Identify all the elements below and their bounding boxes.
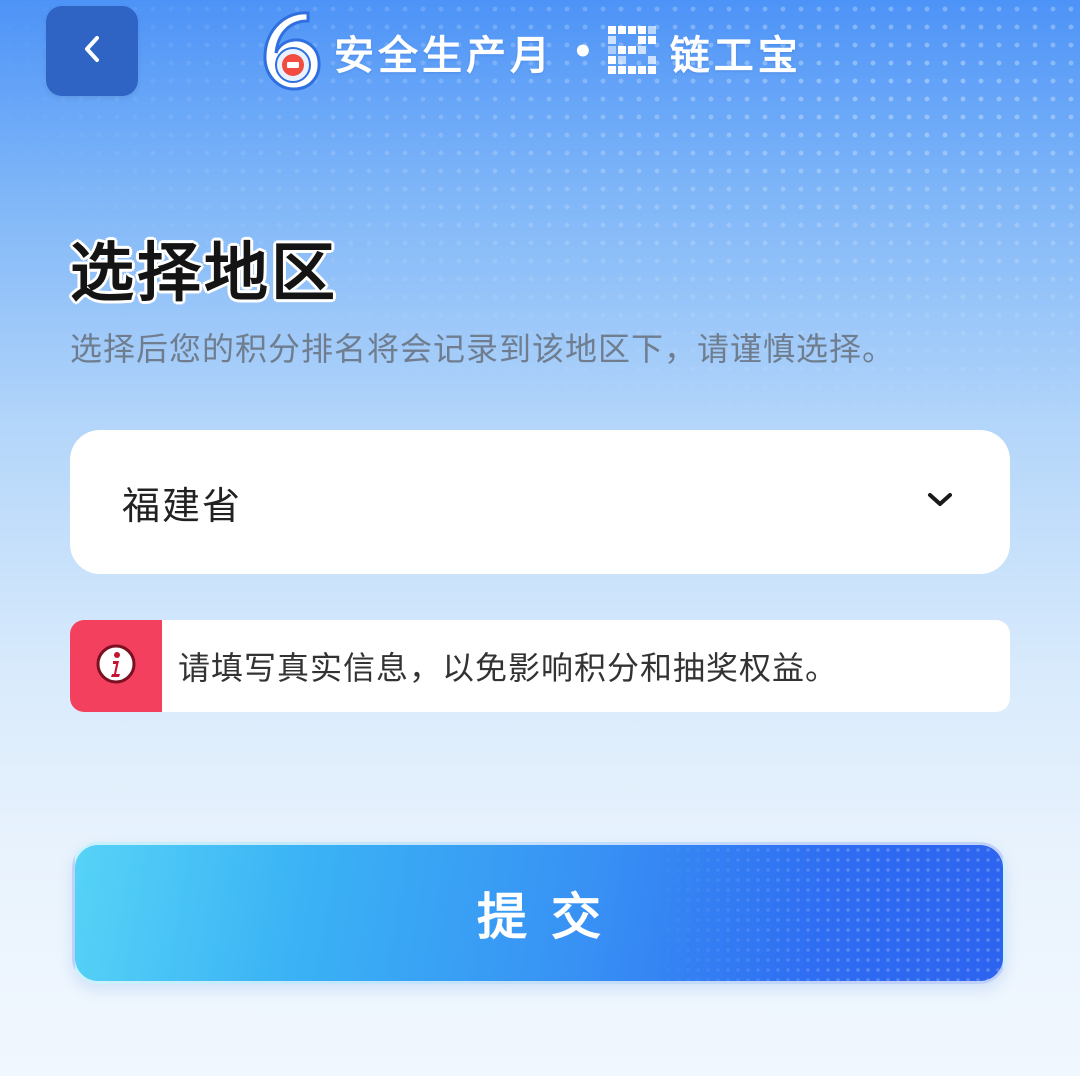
notice-text: 请填写真实信息，以免影响积分和抽奖权益。 bbox=[178, 649, 839, 687]
region-selected-value: 福建省 bbox=[122, 483, 243, 528]
region-select[interactable]: 福建省 bbox=[70, 430, 1010, 574]
submit-dot-pattern bbox=[643, 845, 1003, 981]
submit-label: 提交 bbox=[477, 888, 625, 946]
submit-button[interactable]: 提交 bbox=[72, 842, 1006, 984]
info-icon bbox=[94, 642, 138, 690]
notice-icon-box bbox=[70, 620, 162, 712]
safety-month-logo-icon bbox=[256, 7, 326, 97]
brand-left-text: 安全生产月 bbox=[334, 33, 554, 79]
brand-header: 安全生产月 • 链工宝 bbox=[256, 8, 802, 96]
page-subtitle: 选择后您的积分排名将会记录到该地区下，请谨慎选择。 bbox=[70, 330, 896, 368]
chevron-left-icon bbox=[81, 33, 103, 69]
lianggongbao-logo-icon bbox=[607, 26, 656, 78]
page-title: 选择地区 bbox=[70, 237, 338, 311]
brand-right-text: 链工宝 bbox=[669, 33, 802, 79]
chevron-down-icon bbox=[926, 491, 954, 513]
back-button[interactable] bbox=[46, 6, 138, 96]
brand-separator: • bbox=[572, 32, 594, 72]
notice-banner: 请填写真实信息，以免影响积分和抽奖权益。 bbox=[70, 620, 1010, 712]
